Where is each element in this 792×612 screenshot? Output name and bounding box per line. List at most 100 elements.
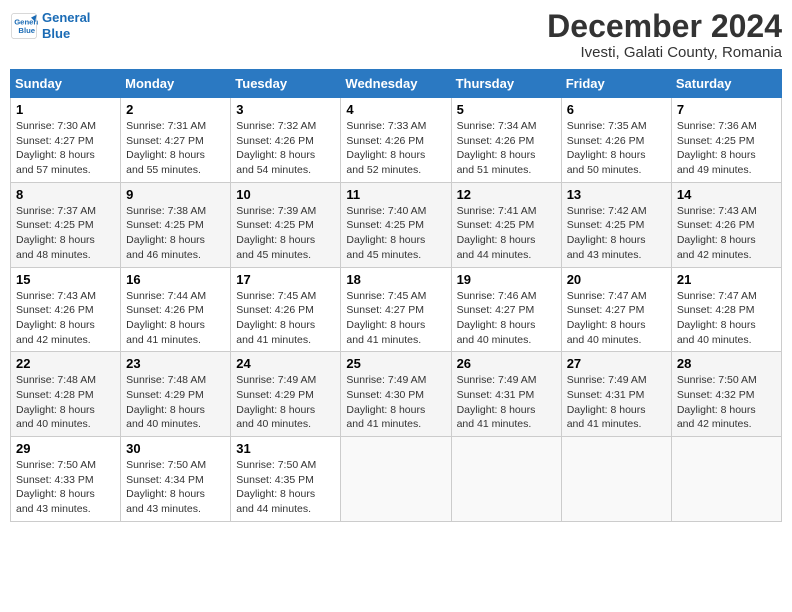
weekday-header-friday: Friday — [561, 70, 671, 98]
day-number: 30 — [126, 441, 225, 456]
cell-info: Sunrise: 7:50 AMSunset: 4:34 PMDaylight:… — [126, 459, 206, 515]
calendar-cell: 24 Sunrise: 7:49 AMSunset: 4:29 PMDaylig… — [231, 352, 341, 437]
day-number: 29 — [16, 441, 115, 456]
day-number: 15 — [16, 272, 115, 287]
day-number: 17 — [236, 272, 335, 287]
cell-info: Sunrise: 7:41 AMSunset: 4:25 PMDaylight:… — [457, 205, 537, 261]
svg-text:Blue: Blue — [18, 26, 35, 35]
location-title: Ivesti, Galati County, Romania — [547, 44, 782, 61]
calendar-cell: 9 Sunrise: 7:38 AMSunset: 4:25 PMDayligh… — [121, 182, 231, 267]
page-header: General Blue General Blue December 2024 … — [10, 10, 782, 61]
day-number: 20 — [567, 272, 666, 287]
day-number: 22 — [16, 356, 115, 371]
calendar-cell: 15 Sunrise: 7:43 AMSunset: 4:26 PMDaylig… — [11, 267, 121, 352]
cell-info: Sunrise: 7:40 AMSunset: 4:25 PMDaylight:… — [346, 205, 426, 261]
calendar-cell: 23 Sunrise: 7:48 AMSunset: 4:29 PMDaylig… — [121, 352, 231, 437]
weekday-header-monday: Monday — [121, 70, 231, 98]
day-number: 21 — [677, 272, 776, 287]
calendar-cell: 30 Sunrise: 7:50 AMSunset: 4:34 PMDaylig… — [121, 437, 231, 522]
cell-info: Sunrise: 7:48 AMSunset: 4:29 PMDaylight:… — [126, 374, 206, 430]
calendar-cell: 7 Sunrise: 7:36 AMSunset: 4:25 PMDayligh… — [671, 98, 781, 183]
day-number: 23 — [126, 356, 225, 371]
day-number: 9 — [126, 187, 225, 202]
calendar-cell: 10 Sunrise: 7:39 AMSunset: 4:25 PMDaylig… — [231, 182, 341, 267]
calendar-cell: 25 Sunrise: 7:49 AMSunset: 4:30 PMDaylig… — [341, 352, 451, 437]
day-number: 4 — [346, 102, 445, 117]
cell-info: Sunrise: 7:46 AMSunset: 4:27 PMDaylight:… — [457, 290, 537, 346]
calendar-cell: 3 Sunrise: 7:32 AMSunset: 4:26 PMDayligh… — [231, 98, 341, 183]
calendar-cell: 16 Sunrise: 7:44 AMSunset: 4:26 PMDaylig… — [121, 267, 231, 352]
month-title: December 2024 — [547, 10, 782, 42]
day-number: 26 — [457, 356, 556, 371]
cell-info: Sunrise: 7:49 AMSunset: 4:31 PMDaylight:… — [457, 374, 537, 430]
calendar-cell: 29 Sunrise: 7:50 AMSunset: 4:33 PMDaylig… — [11, 437, 121, 522]
calendar-cell: 8 Sunrise: 7:37 AMSunset: 4:25 PMDayligh… — [11, 182, 121, 267]
cell-info: Sunrise: 7:50 AMSunset: 4:33 PMDaylight:… — [16, 459, 96, 515]
cell-info: Sunrise: 7:43 AMSunset: 4:26 PMDaylight:… — [16, 290, 96, 346]
cell-info: Sunrise: 7:50 AMSunset: 4:35 PMDaylight:… — [236, 459, 316, 515]
cell-info: Sunrise: 7:45 AMSunset: 4:27 PMDaylight:… — [346, 290, 426, 346]
cell-info: Sunrise: 7:32 AMSunset: 4:26 PMDaylight:… — [236, 120, 316, 176]
calendar-cell: 11 Sunrise: 7:40 AMSunset: 4:25 PMDaylig… — [341, 182, 451, 267]
day-number: 1 — [16, 102, 115, 117]
day-number: 3 — [236, 102, 335, 117]
cell-info: Sunrise: 7:45 AMSunset: 4:26 PMDaylight:… — [236, 290, 316, 346]
cell-info: Sunrise: 7:37 AMSunset: 4:25 PMDaylight:… — [16, 205, 96, 261]
calendar-cell: 31 Sunrise: 7:50 AMSunset: 4:35 PMDaylig… — [231, 437, 341, 522]
calendar-cell — [561, 437, 671, 522]
cell-info: Sunrise: 7:38 AMSunset: 4:25 PMDaylight:… — [126, 205, 206, 261]
day-number: 8 — [16, 187, 115, 202]
calendar-cell: 6 Sunrise: 7:35 AMSunset: 4:26 PMDayligh… — [561, 98, 671, 183]
cell-info: Sunrise: 7:30 AMSunset: 4:27 PMDaylight:… — [16, 120, 96, 176]
day-number: 14 — [677, 187, 776, 202]
calendar-week-3: 15 Sunrise: 7:43 AMSunset: 4:26 PMDaylig… — [11, 267, 782, 352]
day-number: 10 — [236, 187, 335, 202]
weekday-header-thursday: Thursday — [451, 70, 561, 98]
logo-icon: General Blue — [10, 12, 38, 40]
day-number: 16 — [126, 272, 225, 287]
calendar-cell: 20 Sunrise: 7:47 AMSunset: 4:27 PMDaylig… — [561, 267, 671, 352]
weekday-header-sunday: Sunday — [11, 70, 121, 98]
cell-info: Sunrise: 7:39 AMSunset: 4:25 PMDaylight:… — [236, 205, 316, 261]
calendar-table: SundayMondayTuesdayWednesdayThursdayFrid… — [10, 69, 782, 522]
cell-info: Sunrise: 7:43 AMSunset: 4:26 PMDaylight:… — [677, 205, 757, 261]
calendar-cell: 19 Sunrise: 7:46 AMSunset: 4:27 PMDaylig… — [451, 267, 561, 352]
day-number: 13 — [567, 187, 666, 202]
calendar-week-2: 8 Sunrise: 7:37 AMSunset: 4:25 PMDayligh… — [11, 182, 782, 267]
calendar-cell — [341, 437, 451, 522]
day-number: 28 — [677, 356, 776, 371]
title-area: December 2024 Ivesti, Galati County, Rom… — [547, 10, 782, 61]
cell-info: Sunrise: 7:49 AMSunset: 4:30 PMDaylight:… — [346, 374, 426, 430]
cell-info: Sunrise: 7:42 AMSunset: 4:25 PMDaylight:… — [567, 205, 647, 261]
cell-info: Sunrise: 7:34 AMSunset: 4:26 PMDaylight:… — [457, 120, 537, 176]
cell-info: Sunrise: 7:47 AMSunset: 4:28 PMDaylight:… — [677, 290, 757, 346]
day-number: 24 — [236, 356, 335, 371]
cell-info: Sunrise: 7:49 AMSunset: 4:29 PMDaylight:… — [236, 374, 316, 430]
cell-info: Sunrise: 7:50 AMSunset: 4:32 PMDaylight:… — [677, 374, 757, 430]
weekday-header-row: SundayMondayTuesdayWednesdayThursdayFrid… — [11, 70, 782, 98]
day-number: 6 — [567, 102, 666, 117]
day-number: 25 — [346, 356, 445, 371]
cell-info: Sunrise: 7:31 AMSunset: 4:27 PMDaylight:… — [126, 120, 206, 176]
calendar-cell: 5 Sunrise: 7:34 AMSunset: 4:26 PMDayligh… — [451, 98, 561, 183]
cell-info: Sunrise: 7:49 AMSunset: 4:31 PMDaylight:… — [567, 374, 647, 430]
weekday-header-saturday: Saturday — [671, 70, 781, 98]
calendar-cell: 2 Sunrise: 7:31 AMSunset: 4:27 PMDayligh… — [121, 98, 231, 183]
calendar-cell: 4 Sunrise: 7:33 AMSunset: 4:26 PMDayligh… — [341, 98, 451, 183]
day-number: 5 — [457, 102, 556, 117]
calendar-cell: 28 Sunrise: 7:50 AMSunset: 4:32 PMDaylig… — [671, 352, 781, 437]
cell-info: Sunrise: 7:48 AMSunset: 4:28 PMDaylight:… — [16, 374, 96, 430]
calendar-cell: 26 Sunrise: 7:49 AMSunset: 4:31 PMDaylig… — [451, 352, 561, 437]
weekday-header-tuesday: Tuesday — [231, 70, 341, 98]
day-number: 12 — [457, 187, 556, 202]
cell-info: Sunrise: 7:47 AMSunset: 4:27 PMDaylight:… — [567, 290, 647, 346]
day-number: 27 — [567, 356, 666, 371]
cell-info: Sunrise: 7:44 AMSunset: 4:26 PMDaylight:… — [126, 290, 206, 346]
day-number: 2 — [126, 102, 225, 117]
calendar-cell: 27 Sunrise: 7:49 AMSunset: 4:31 PMDaylig… — [561, 352, 671, 437]
calendar-cell: 18 Sunrise: 7:45 AMSunset: 4:27 PMDaylig… — [341, 267, 451, 352]
calendar-cell: 12 Sunrise: 7:41 AMSunset: 4:25 PMDaylig… — [451, 182, 561, 267]
weekday-header-wednesday: Wednesday — [341, 70, 451, 98]
logo-text-line1: General — [42, 10, 90, 26]
day-number: 11 — [346, 187, 445, 202]
